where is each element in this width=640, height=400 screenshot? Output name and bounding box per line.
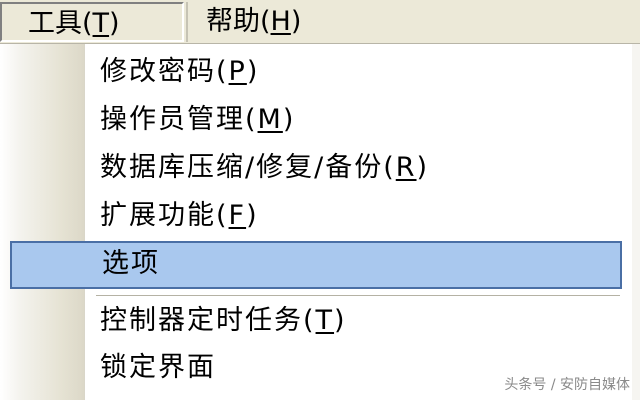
menu-item-database-maintenance[interactable]: 数据库压缩/修复/备份(R) (0, 144, 630, 192)
menu-item-label: 锁定界面 (100, 352, 216, 383)
menu-item-shortcut-key: R (395, 152, 417, 183)
menu-item-shortcut-close: ) (334, 305, 347, 336)
menu-help[interactable]: 帮助(H) (186, 2, 366, 42)
watermark: 头条号 / 安防自媒体 (504, 377, 630, 393)
menu-item-change-password[interactable]: 修改密码(P) (0, 48, 630, 96)
menu-item-shortcut-close: ) (246, 56, 260, 87)
menu-item-label: 操作员管理 (100, 104, 245, 135)
menu-right-edge (632, 44, 640, 400)
menu-item-label: 控制器定时任务 (100, 305, 303, 336)
menu-help-shortcut-key: H (270, 6, 291, 37)
menu-tools-shortcut-open: ( (82, 8, 93, 39)
menu-bar: 工具(T) 帮助(H) (0, 0, 640, 44)
menu-item-label: 选项 (102, 248, 160, 279)
menu-item-shortcut-close: ) (246, 200, 259, 231)
menu-item-shortcut-open: ( (216, 200, 229, 231)
menu-item-extended-features[interactable]: 扩展功能(F) (0, 192, 630, 240)
menu-item-label: 数据库压缩/修复/备份 (100, 152, 384, 183)
menu-item-shortcut-open: ( (216, 56, 229, 87)
menu-item-shortcut-close: ) (282, 104, 296, 135)
menu-tools-shortcut-key: T (92, 8, 110, 39)
menu-item-shortcut-key: T (315, 305, 335, 336)
menu-help-shortcut-close: ) (290, 6, 302, 37)
menu-item-shortcut-key: P (228, 56, 247, 87)
menu-item-shortcut-key: F (228, 200, 247, 231)
tools-dropdown-menu: 修改密码(P) 操作员管理(M) 数据库压缩/修复/备份(R) 扩展功能(F) … (0, 44, 640, 400)
menu-item-label: 修改密码 (100, 56, 216, 87)
menu-tools-shortcut-close: ) (109, 8, 120, 39)
menu-item-operator-management[interactable]: 操作员管理(M) (0, 96, 630, 144)
menu-help-label: 帮助 (206, 6, 260, 37)
menu-item-shortcut-open: ( (383, 152, 396, 183)
menu-item-shortcut-close: ) (416, 152, 430, 183)
menu-item-label: 扩展功能 (100, 200, 216, 231)
menu-tools-label: 工具 (28, 8, 82, 39)
menu-item-shortcut-open: ( (245, 104, 258, 135)
menu-item-controller-scheduled-tasks[interactable]: 控制器定时任务(T) (0, 297, 630, 345)
menu-item-options[interactable]: 选项 (10, 241, 622, 289)
menu-tools[interactable]: 工具(T) (0, 2, 184, 42)
menu-item-shortcut-key: M (257, 104, 283, 135)
menu-item-shortcut-open: ( (303, 305, 316, 336)
menu-help-shortcut-open: ( (260, 6, 271, 37)
